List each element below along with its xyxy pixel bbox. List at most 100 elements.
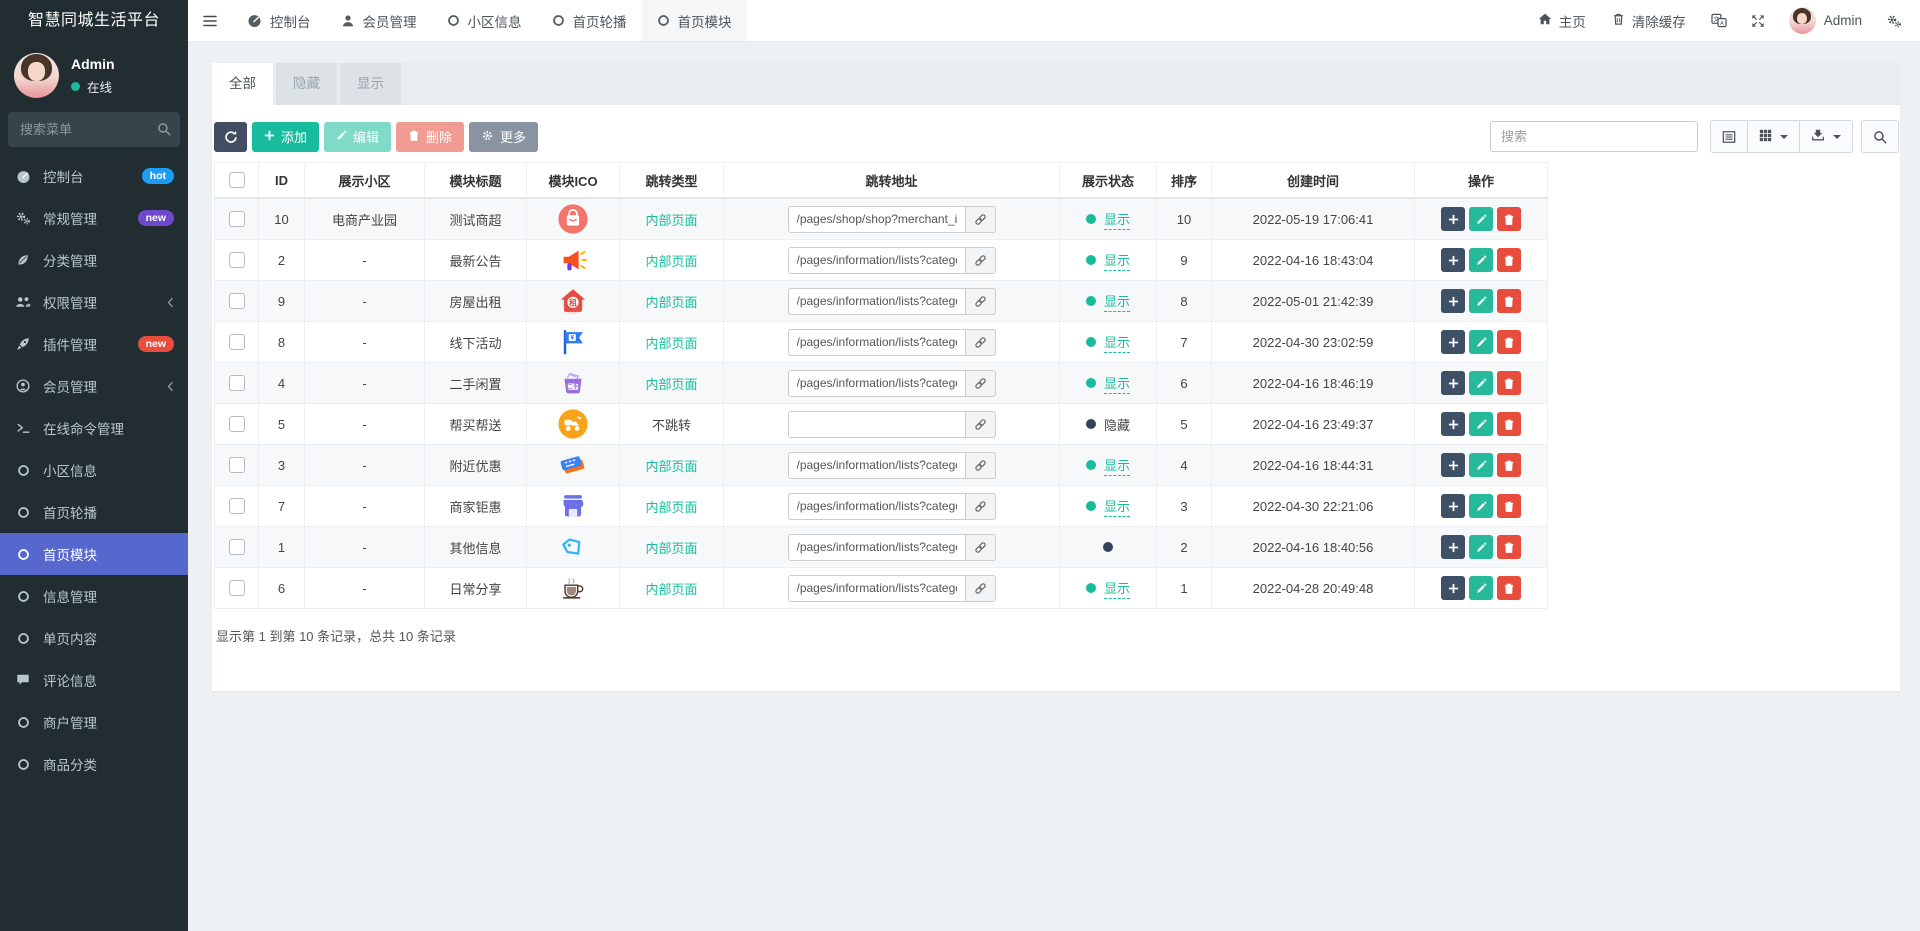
- topnav-item-banner[interactable]: 首页轮播: [537, 0, 642, 41]
- row-checkbox[interactable]: [228, 498, 245, 515]
- topnav-item-community[interactable]: 小区信息: [432, 0, 537, 41]
- export-button[interactable]: [1799, 120, 1853, 153]
- status-toggle[interactable]: 显示: [1085, 455, 1130, 476]
- sidebar-item-dashboard[interactable]: 控制台 hot: [0, 155, 188, 197]
- status-toggle[interactable]: 显示: [1085, 373, 1130, 394]
- row-delete-button[interactable]: [1497, 535, 1521, 559]
- open-link-button[interactable]: [965, 533, 996, 561]
- add-button[interactable]: 添加: [252, 121, 320, 152]
- status-toggle[interactable]: 显示: [1085, 332, 1130, 353]
- open-link-button[interactable]: [965, 574, 996, 602]
- sidebar-item-module[interactable]: 首页模块: [0, 533, 188, 575]
- status-toggle[interactable]: 隐藏: [1085, 415, 1130, 434]
- row-checkbox[interactable]: [228, 416, 245, 433]
- sidebar-item-merchant[interactable]: 商户管理: [0, 701, 188, 743]
- sidebar-item-auth[interactable]: 权限管理: [0, 281, 188, 323]
- row-edit-button[interactable]: [1469, 494, 1493, 518]
- row-delete-button[interactable]: [1497, 576, 1521, 600]
- status-toggle[interactable]: 显示: [1085, 291, 1130, 312]
- columns-button[interactable]: [1747, 120, 1800, 153]
- jump-url-input[interactable]: [787, 369, 966, 397]
- delete-button[interactable]: 删除: [396, 121, 465, 152]
- row-edit-button[interactable]: [1469, 371, 1493, 395]
- jump-url-input[interactable]: [787, 574, 966, 602]
- row-checkbox[interactable]: [228, 293, 245, 310]
- open-link-button[interactable]: [965, 287, 996, 315]
- settings-button[interactable]: [1874, 0, 1920, 41]
- row-checkbox[interactable]: [228, 211, 245, 228]
- row-add-button[interactable]: [1441, 248, 1465, 272]
- row-add-button[interactable]: [1441, 535, 1465, 559]
- row-checkbox[interactable]: [228, 539, 245, 556]
- row-add-button[interactable]: [1441, 207, 1465, 231]
- translate-button[interactable]: 文A: [1699, 0, 1739, 41]
- jump-url-input[interactable]: [787, 451, 966, 479]
- row-checkbox[interactable]: [228, 334, 245, 351]
- row-add-button[interactable]: [1441, 494, 1465, 518]
- row-add-button[interactable]: [1441, 330, 1465, 354]
- open-link-button[interactable]: [965, 369, 996, 397]
- status-toggle[interactable]: [1103, 541, 1113, 552]
- sidebar-item-command[interactable]: 在线命令管理: [0, 407, 188, 449]
- topnav-item-module[interactable]: 首页模块: [641, 0, 747, 41]
- row-checkbox[interactable]: [228, 375, 245, 392]
- refresh-button[interactable]: [214, 121, 247, 152]
- sidebar-item-page[interactable]: 单页内容: [0, 617, 188, 659]
- admin-menu[interactable]: Admin: [1777, 0, 1874, 41]
- row-checkbox[interactable]: [228, 580, 245, 597]
- row-edit-button[interactable]: [1469, 330, 1493, 354]
- row-checkbox[interactable]: [228, 252, 245, 269]
- open-link-button[interactable]: [965, 492, 996, 520]
- sidebar-item-community[interactable]: 小区信息: [0, 449, 188, 491]
- jump-url-input[interactable]: [787, 492, 966, 520]
- jump-url-input[interactable]: [787, 205, 966, 233]
- menu-search-input[interactable]: [8, 112, 180, 147]
- sidebar-item-goods[interactable]: 商品分类: [0, 743, 188, 785]
- sidebar-item-information[interactable]: 信息管理: [0, 575, 188, 617]
- status-toggle[interactable]: 显示: [1085, 209, 1130, 230]
- row-edit-button[interactable]: [1469, 207, 1493, 231]
- status-toggle[interactable]: 显示: [1085, 250, 1130, 271]
- detail-view-button[interactable]: [1710, 120, 1748, 153]
- more-button[interactable]: 更多: [469, 121, 539, 152]
- sidebar-item-general[interactable]: 常规管理 new: [0, 197, 188, 239]
- search-toggle-button[interactable]: [1861, 120, 1899, 153]
- row-edit-button[interactable]: [1469, 576, 1493, 600]
- open-link-button[interactable]: [965, 410, 996, 438]
- row-add-button[interactable]: [1441, 576, 1465, 600]
- status-toggle[interactable]: 显示: [1085, 578, 1130, 599]
- status-toggle[interactable]: 显示: [1085, 496, 1130, 517]
- row-add-button[interactable]: [1441, 289, 1465, 313]
- jump-url-input[interactable]: [787, 328, 966, 356]
- row-checkbox[interactable]: [228, 457, 245, 474]
- jump-url-input[interactable]: [787, 246, 966, 274]
- tab-hidden[interactable]: 隐藏: [276, 63, 337, 105]
- row-delete-button[interactable]: [1497, 453, 1521, 477]
- row-edit-button[interactable]: [1469, 535, 1493, 559]
- topnav-home-link[interactable]: 主页: [1525, 0, 1599, 41]
- jump-url-input[interactable]: [787, 533, 966, 561]
- sidebar-item-addon[interactable]: 插件管理 new: [0, 323, 188, 365]
- row-delete-button[interactable]: [1497, 207, 1521, 231]
- row-delete-button[interactable]: [1497, 412, 1521, 436]
- sidebar-item-category[interactable]: 分类管理: [0, 239, 188, 281]
- row-add-button[interactable]: [1441, 412, 1465, 436]
- table-search-input[interactable]: [1490, 121, 1698, 152]
- topnav-item-dashboard[interactable]: 控制台: [232, 0, 326, 41]
- jump-url-input[interactable]: [787, 287, 966, 315]
- row-edit-button[interactable]: [1469, 453, 1493, 477]
- row-delete-button[interactable]: [1497, 494, 1521, 518]
- row-delete-button[interactable]: [1497, 248, 1521, 272]
- row-edit-button[interactable]: [1469, 248, 1493, 272]
- tab-visible[interactable]: 显示: [340, 63, 401, 105]
- row-add-button[interactable]: [1441, 453, 1465, 477]
- sidebar-toggle-button[interactable]: [188, 0, 232, 41]
- sidebar-item-comment[interactable]: 评论信息: [0, 659, 188, 701]
- row-delete-button[interactable]: [1497, 289, 1521, 313]
- topnav-item-member[interactable]: 会员管理: [326, 0, 432, 41]
- open-link-button[interactable]: [965, 328, 996, 356]
- sidebar-item-member[interactable]: 会员管理: [0, 365, 188, 407]
- row-add-button[interactable]: [1441, 371, 1465, 395]
- edit-button[interactable]: 编辑: [324, 121, 392, 152]
- sidebar-item-banner[interactable]: 首页轮播: [0, 491, 188, 533]
